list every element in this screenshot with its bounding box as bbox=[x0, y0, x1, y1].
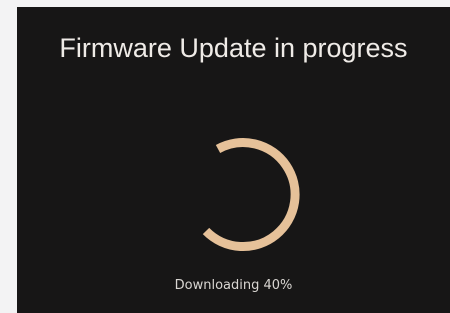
spinner-arc bbox=[202, 138, 300, 252]
download-status: Downloading 40% bbox=[174, 278, 293, 293]
loading-spinner-icon bbox=[202, 138, 300, 252]
page-title: Firmware Update in progress bbox=[59, 33, 408, 63]
firmware-update-screen: Firmware Update in progress Downloading … bbox=[17, 7, 450, 313]
